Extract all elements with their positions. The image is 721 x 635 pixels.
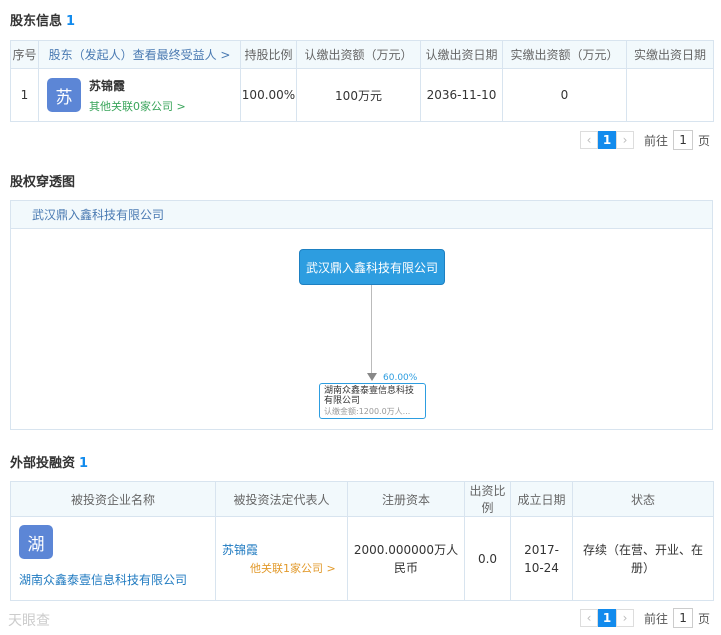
col-header-paid-date: 实缴出资日期 [626,40,714,69]
investments-title-text: 外部投融资 [10,456,76,471]
rep-name-link[interactable]: 苏锦霞 [222,541,347,558]
child-company-subscription: 认缴金额:1200.0万人... [324,407,411,416]
col-header-subscribed: 认缴出资额（万元） [296,40,421,69]
col-header-ratio: 持股比例 [240,40,297,69]
watermark: 天眼查 [8,613,50,629]
col-header-index: 序号 [10,40,39,69]
page-unit-label: 页 [698,133,711,148]
equity-edge-percent: 60.00% [383,373,418,383]
goto-label: 前往 [644,133,669,148]
col-header-paid: 实缴出资额（万元） [502,40,627,69]
col-header-company: 被投资企业名称 [10,481,216,517]
invest-ratio-cell: 0.0 [464,516,511,601]
chevron-right-icon: > [173,99,186,113]
investments-header-row: 被投资企业名称 被投资法定代表人 注册资本 出资比例 成立日期 状态 [10,481,714,517]
col-header-subscribed-date: 认缴出资日期 [420,40,503,69]
prev-page-button[interactable]: ‹ [580,131,598,149]
child-company-name: 湖南众鑫泰壹信息科技有限公司 [324,386,415,406]
current-page-button[interactable]: 1 [598,609,616,627]
investments-table: 被投资企业名称 被投资法定代表人 注册资本 出资比例 成立日期 状态 湖 湖南众… [10,481,714,601]
shareholders-title-text: 股东信息 [10,14,63,29]
capital-cell: 2000.000000万人民币 [347,516,465,601]
page-number-input[interactable]: 1 [673,608,694,628]
next-page-button[interactable]: › [616,131,634,149]
shareholders-header-row: 序号 股东（发起人）查看最终受益人 > 持股比例 认缴出资额（万元） 认缴出资日… [10,40,714,69]
current-page-button[interactable]: 1 [598,131,616,149]
shareholders-table: 序号 股东（发起人）查看最终受益人 > 持股比例 认缴出资额（万元） 认缴出资日… [10,40,714,122]
paid-cell: 0 [502,68,627,122]
shareholder-cell: 苏 苏锦霞 其他关联0家公司 > [38,68,241,122]
subscribed-cell: 100万元 [296,68,421,122]
company-link[interactable]: 湖南众鑫泰壹信息科技有限公司 [19,571,215,588]
ratio-cell: 100.00% [240,68,297,122]
col-header-status: 状态 [572,481,714,517]
rep-related-text: 他关联1家公司 [250,562,323,575]
equity-edge [371,285,372,375]
row-index: 1 [10,68,39,122]
page-unit-label: 页 [698,611,711,626]
chevron-right-icon: > [323,562,336,575]
related-companies-link[interactable]: 其他关联0家公司 > [89,98,186,114]
arrow-down-icon [367,373,377,381]
subscribed-date-cell: 2036-11-10 [420,68,503,122]
status-cell: 存续（在营、开业、在册） [572,516,714,601]
col-header-rep: 被投资法定代表人 [215,481,348,517]
col-header-invest-ratio: 出资比例 [464,481,511,517]
related-companies-text: 其他关联0家公司 [89,99,173,113]
paid-date-cell [626,68,714,122]
pagination-bottom: ‹ 1 › 前往 1 页 [580,608,710,628]
col-header-shareholder[interactable]: 股东（发起人）查看最终受益人 > [38,40,241,69]
prev-page-button[interactable]: ‹ [580,609,598,627]
company-cell: 湖 湖南众鑫泰壹信息科技有限公司 [10,516,216,601]
investments-title: 外部投融资 1 [10,452,88,471]
root-company-node[interactable]: 武汉鼎入鑫科技有限公司 [299,249,445,285]
rep-cell: 苏锦霞 他关联1家公司 > [215,516,348,601]
col-header-capital: 注册资本 [347,481,465,517]
table-row: 湖 湖南众鑫泰壹信息科技有限公司 苏锦霞 他关联1家公司 > 2000.0000… [10,516,714,601]
shareholder-name[interactable]: 苏锦霞 [89,77,186,94]
equity-chart-title: 股权穿透图 [10,175,76,190]
table-row: 1 苏 苏锦霞 其他关联0家公司 > 100.00% 100万元 2036-11… [10,68,714,122]
col-header-founded: 成立日期 [510,481,573,517]
avatar[interactable]: 苏 [47,78,81,112]
shareholders-title: 股东信息 1 [10,10,75,29]
avatar[interactable]: 湖 [19,525,53,559]
shareholders-count: 1 [66,14,76,29]
equity-chart: 武汉鼎入鑫科技有限公司 武汉鼎入鑫科技有限公司 60.00% 湖南众鑫泰壹信息科… [10,200,713,430]
rep-related-link[interactable]: 他关联1家公司 > [222,560,347,576]
child-company-node[interactable]: 湖南众鑫泰壹信息科技有限公司 认缴金额:1200.0万人... [319,383,426,419]
equity-chart-header: 武汉鼎入鑫科技有限公司 [11,201,712,229]
page-number-input[interactable]: 1 [673,130,694,150]
pagination-top: ‹ 1 › 前往 1 页 [580,130,710,150]
goto-label: 前往 [644,611,669,626]
investments-count: 1 [79,456,89,471]
founded-cell: 2017-10-24 [510,516,573,601]
next-page-button[interactable]: › [616,609,634,627]
